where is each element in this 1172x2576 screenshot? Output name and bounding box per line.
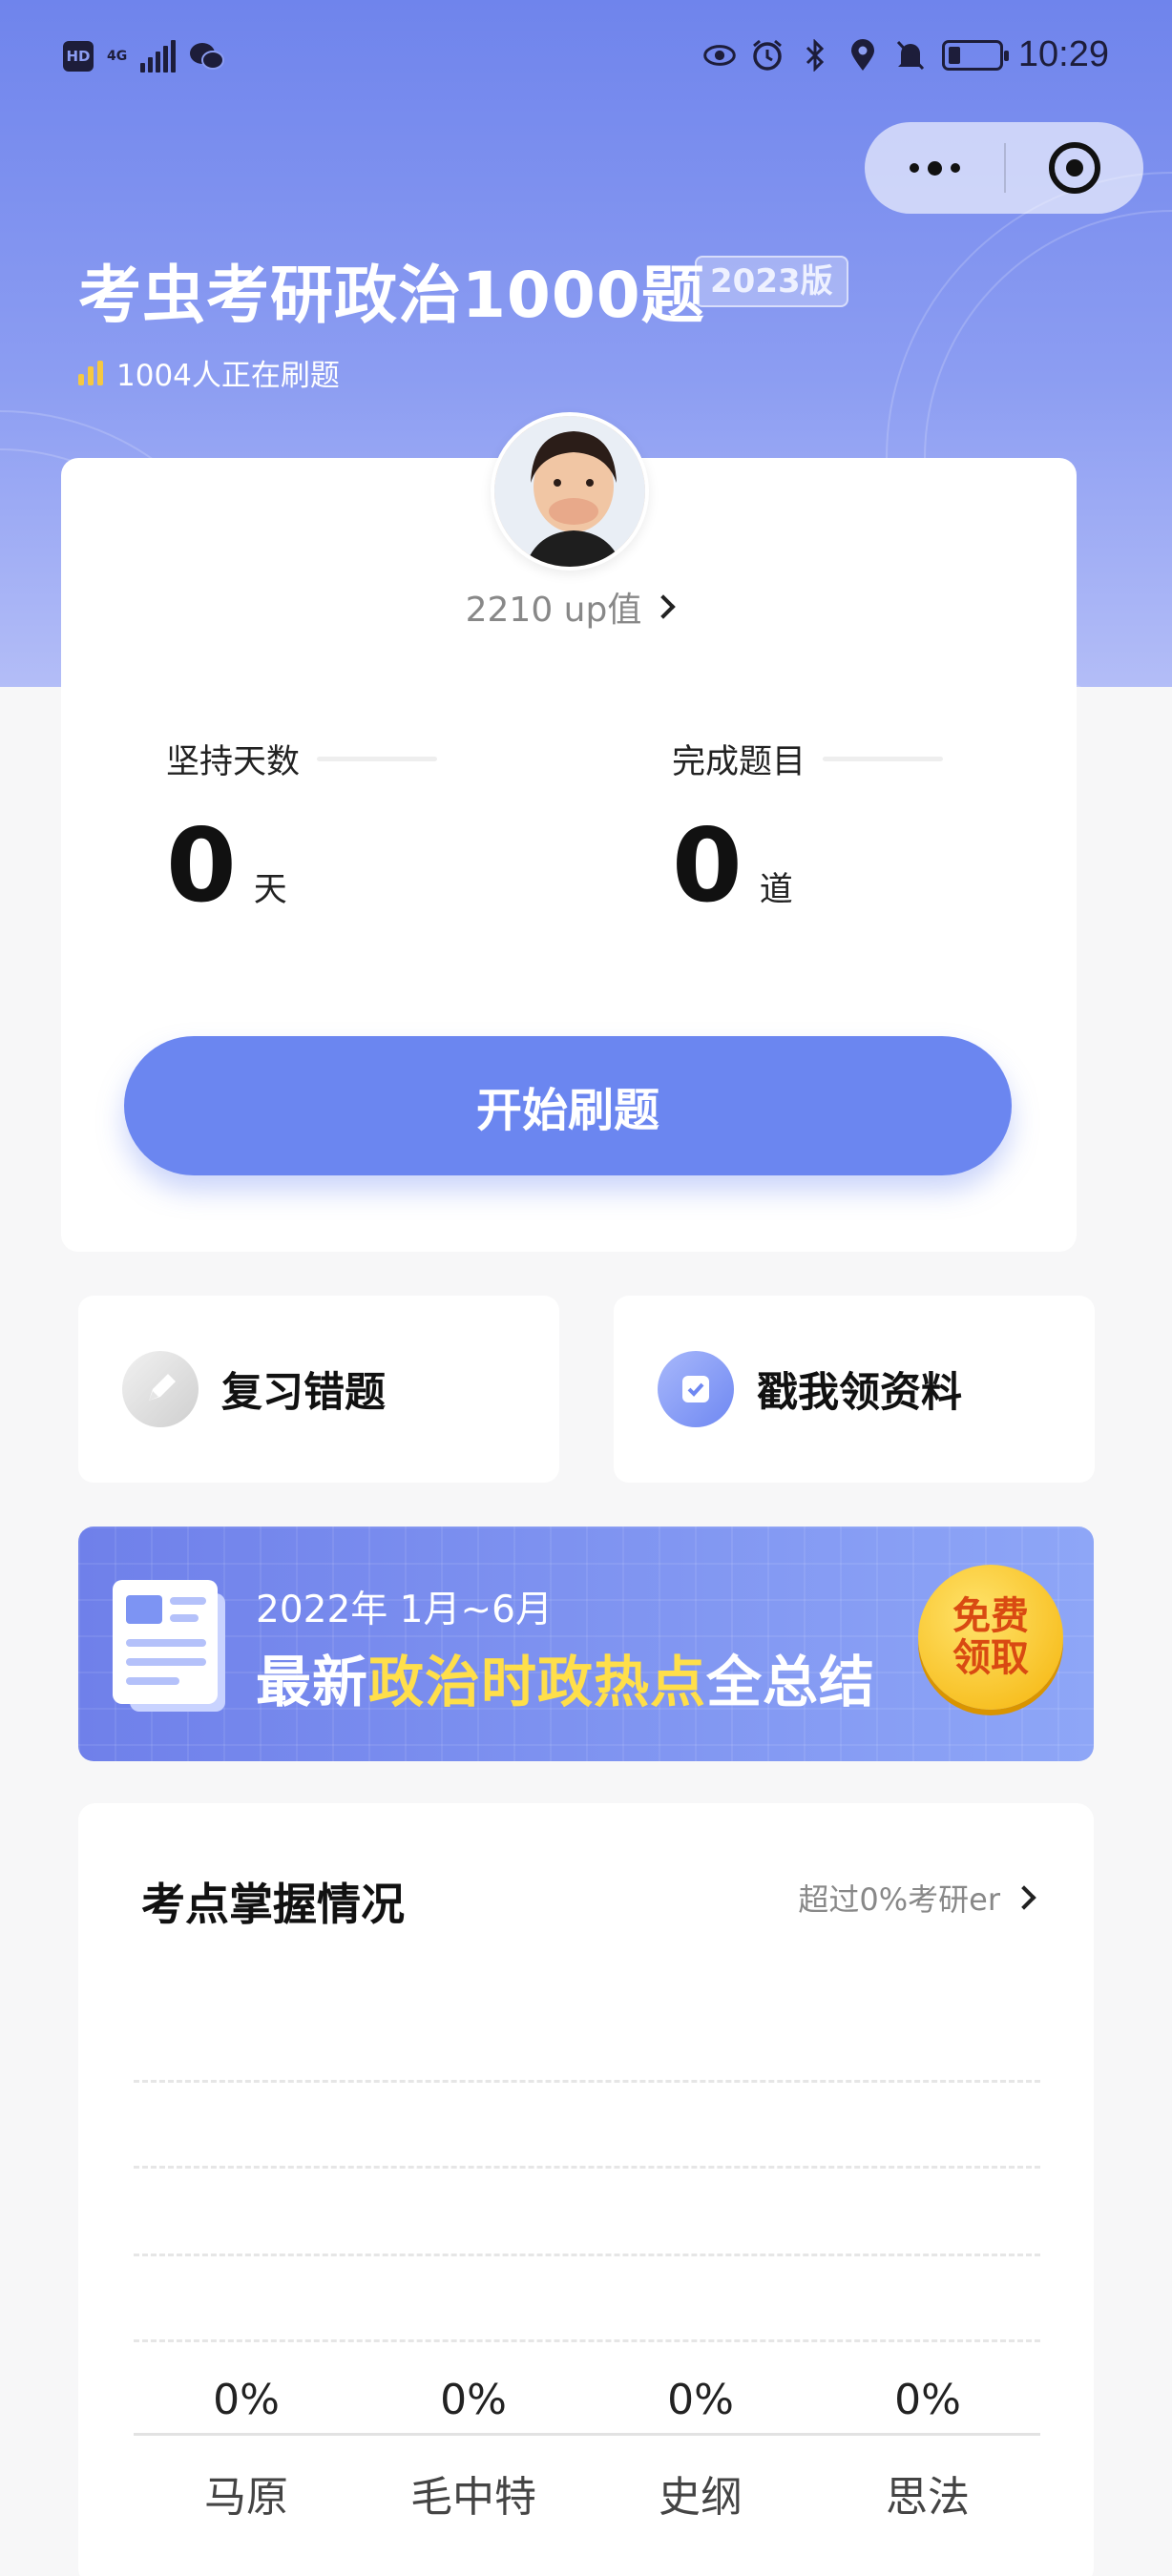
- mastery-percent: 0%: [440, 2376, 507, 2424]
- wechat-icon: [190, 43, 225, 70]
- signal-bars-icon: [78, 360, 103, 385]
- mastery-column-sifa: 0% 思法: [832, 2376, 1023, 2524]
- live-count: 1004人正在刷题: [78, 351, 340, 394]
- version-badge: 2023版: [695, 256, 848, 307]
- ranking-link[interactable]: 超过0%考研er: [798, 1876, 1036, 1920]
- check-icon: [658, 1351, 734, 1427]
- banner-title: 最新政治时政热点全总结: [256, 1650, 876, 1714]
- stat-value: 0: [166, 807, 237, 924]
- mastery-percent: 0%: [213, 2376, 280, 2424]
- start-practice-button[interactable]: 开始刷题: [124, 1036, 1012, 1175]
- stat-completed-questions: 完成题目 0 道: [672, 735, 977, 917]
- grid-line: [134, 2166, 1040, 2169]
- mastery-card: 考点掌握情况 超过0%考研er 0% 马原 0% 毛中特 0% 史纲 0% 思法: [78, 1803, 1094, 2576]
- grid-line: [134, 2339, 1040, 2342]
- mastery-column-maozhongte: 0% 毛中特: [378, 2376, 569, 2524]
- mastery-subject: 史纲: [659, 2473, 743, 2522]
- mastery-percent: 0%: [667, 2376, 734, 2424]
- banner-subtitle: 2022年 1月~6月: [256, 1589, 553, 1631]
- stat-unit: 天: [253, 871, 287, 909]
- chevron-right-icon: [1012, 1885, 1036, 1910]
- stat-unit: 道: [759, 871, 793, 909]
- avatar[interactable]: [491, 412, 649, 571]
- up-value-link[interactable]: 2210 up值: [61, 582, 1077, 632]
- mute-icon: [894, 39, 927, 72]
- miniprogram-capsule: [865, 122, 1143, 214]
- clock: 10:29: [1017, 34, 1109, 74]
- location-icon: [847, 38, 879, 72]
- chevron-right-icon: [651, 594, 677, 619]
- stat-value: 0: [672, 807, 743, 924]
- hot-topics-banner[interactable]: 2022年 1月~6月 最新政治时政热点全总结 免费 领取: [78, 1527, 1094, 1761]
- status-bar: HD 4G 10:29: [0, 0, 1172, 114]
- alarm-icon: [751, 39, 784, 72]
- progress-card: 2210 up值 坚持天数 0 天 完成题目 0 道 开始刷题: [61, 412, 1077, 1252]
- more-button[interactable]: [865, 122, 1004, 214]
- document-icon: [113, 1580, 225, 1712]
- free-claim-badge[interactable]: 免费 领取: [918, 1565, 1063, 1710]
- mastery-subject: 思法: [886, 2473, 970, 2522]
- get-materials-button[interactable]: 戳我领资料: [614, 1296, 1095, 1483]
- section-title: 考点掌握情况: [141, 1879, 405, 1930]
- review-mistakes-button[interactable]: 复习错题: [78, 1296, 559, 1483]
- bluetooth-icon: [799, 38, 831, 72]
- network-type: 4G: [107, 49, 128, 64]
- mastery-column-mayuan: 0% 马原: [151, 2376, 342, 2524]
- page-title: 考虫考研政治1000题: [78, 259, 705, 332]
- mastery-column-shigang: 0% 史纲: [605, 2376, 796, 2524]
- mastery-subject: 马原: [204, 2473, 288, 2522]
- target-icon: [1049, 142, 1100, 194]
- close-miniprogram-button[interactable]: [1006, 122, 1143, 214]
- grid-line: [134, 2254, 1040, 2256]
- battery-icon: [941, 39, 1009, 71]
- hd-badge: HD: [63, 41, 94, 72]
- signal-icon: [140, 40, 177, 73]
- eye-icon: [703, 39, 736, 72]
- mastery-subject: 毛中特: [410, 2473, 536, 2522]
- pencil-icon: [122, 1351, 199, 1427]
- grid-line: [134, 2080, 1040, 2083]
- stat-streak-days: 坚持天数 0 天: [166, 735, 471, 917]
- mastery-percent: 0%: [894, 2376, 961, 2424]
